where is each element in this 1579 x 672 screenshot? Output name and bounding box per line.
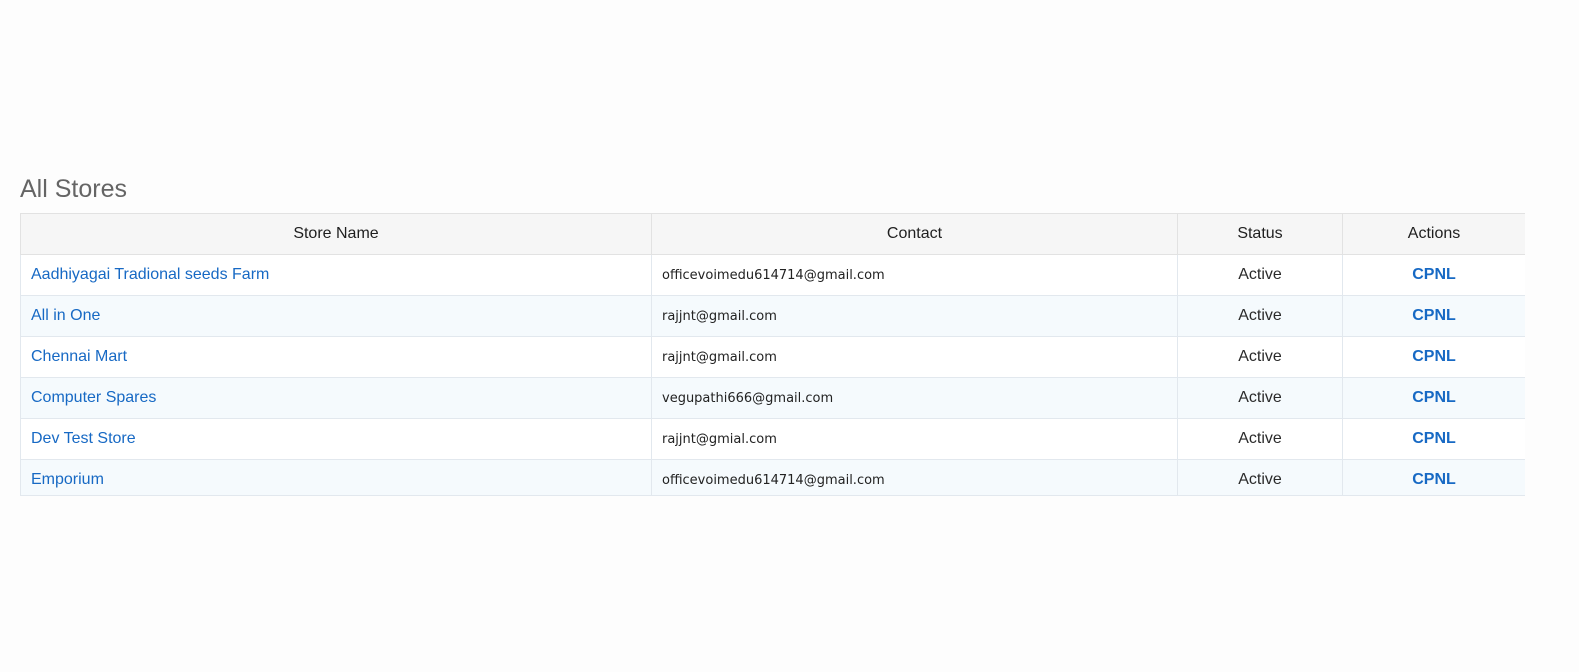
status-cell: Active: [1177, 418, 1343, 460]
store-name-link[interactable]: Chennai Mart: [31, 348, 127, 365]
contact-email: vegupathi666@gmail.com: [662, 391, 834, 406]
status-cell: Active: [1177, 459, 1343, 495]
actions-cell: CPNL: [1342, 459, 1525, 495]
contact-email: officevoimedu614714@gmail.com: [662, 268, 885, 283]
header-contact: Contact: [651, 213, 1178, 255]
table-row: Aadhiyagai Tradional seeds Farm officevo…: [20, 254, 1525, 296]
header-status: Status: [1177, 213, 1343, 255]
actions-cell: CPNL: [1342, 295, 1525, 337]
store-name-cell: Dev Test Store: [20, 418, 652, 460]
table-row: Computer Spares vegupathi666@gmail.com A…: [20, 377, 1525, 419]
table-row: Chennai Mart rajjnt@gmail.com Active CPN…: [20, 336, 1525, 378]
status-cell: Active: [1177, 254, 1343, 296]
cpnl-link[interactable]: CPNL: [1412, 266, 1456, 283]
stores-section: All Stores Store Name Contact Status Act…: [20, 171, 1525, 496]
store-name-cell: All in One: [20, 295, 652, 337]
stores-table-scroll[interactable]: Store Name Contact Status Actions Aadhiy…: [20, 213, 1525, 496]
actions-cell: CPNL: [1342, 377, 1525, 419]
status-cell: Active: [1177, 295, 1343, 337]
contact-email: rajjnt@gmail.com: [662, 309, 777, 324]
cpnl-link[interactable]: CPNL: [1412, 348, 1456, 365]
contact-cell: vegupathi666@gmail.com: [651, 377, 1178, 419]
header-store-name: Store Name: [20, 213, 652, 255]
store-name-link[interactable]: Dev Test Store: [31, 430, 136, 447]
contact-email: rajjnt@gmail.com: [662, 350, 777, 365]
table-row: Emporium officevoimedu614714@gmail.com A…: [20, 459, 1525, 495]
actions-cell: CPNL: [1342, 336, 1525, 378]
cpnl-link[interactable]: CPNL: [1412, 430, 1456, 447]
table-row: All in One rajjnt@gmail.com Active CPNL: [20, 295, 1525, 337]
store-name-cell: Aadhiyagai Tradional seeds Farm: [20, 254, 652, 296]
header-actions: Actions: [1342, 213, 1525, 255]
store-name-cell: Emporium: [20, 459, 652, 495]
contact-cell: rajjnt@gmail.com: [651, 336, 1178, 378]
store-name-link[interactable]: Emporium: [31, 471, 104, 488]
contact-cell: officevoimedu614714@gmail.com: [651, 459, 1178, 495]
cpnl-link[interactable]: CPNL: [1412, 307, 1456, 324]
store-name-cell: Computer Spares: [20, 377, 652, 419]
actions-cell: CPNL: [1342, 418, 1525, 460]
store-name-cell: Chennai Mart: [20, 336, 652, 378]
stores-table: Store Name Contact Status Actions Aadhiy…: [20, 213, 1525, 495]
contact-cell: officevoimedu614714@gmail.com: [651, 254, 1178, 296]
contact-cell: rajjnt@gmial.com: [651, 418, 1178, 460]
store-name-link[interactable]: Computer Spares: [31, 389, 156, 406]
table-header-row: Store Name Contact Status Actions: [20, 213, 1525, 255]
status-cell: Active: [1177, 336, 1343, 378]
contact-email: rajjnt@gmial.com: [662, 432, 777, 447]
page-title: All Stores: [20, 175, 127, 203]
contact-cell: rajjnt@gmail.com: [651, 295, 1178, 337]
status-cell: Active: [1177, 377, 1343, 419]
store-name-link[interactable]: Aadhiyagai Tradional seeds Farm: [31, 266, 269, 283]
table-row: Dev Test Store rajjnt@gmial.com Active C…: [20, 418, 1525, 460]
cpnl-link[interactable]: CPNL: [1412, 389, 1456, 406]
cpnl-link[interactable]: CPNL: [1412, 471, 1456, 488]
store-name-link[interactable]: All in One: [31, 307, 100, 324]
page: All Stores Store Name Contact Status Act…: [0, 0, 1579, 672]
actions-cell: CPNL: [1342, 254, 1525, 296]
contact-email: officevoimedu614714@gmail.com: [662, 473, 885, 488]
